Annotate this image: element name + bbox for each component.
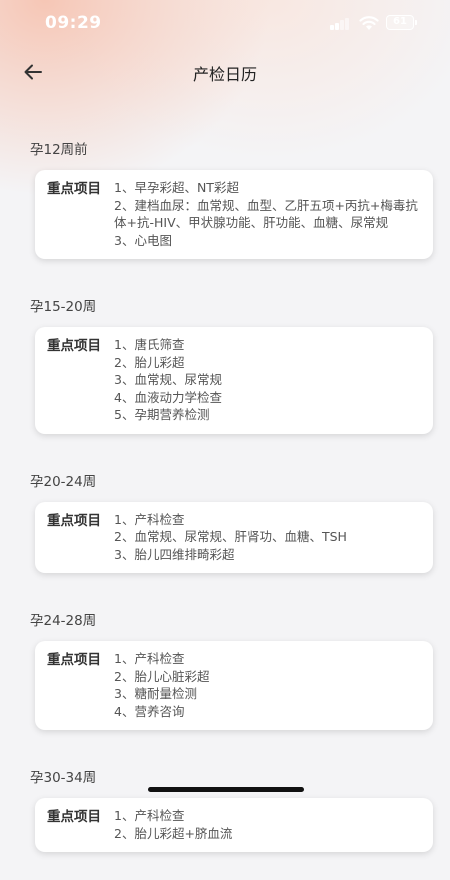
week-heading: 孕12周前 [30,142,88,158]
checkup-section: 孕24-28周重点项目 1、产科检查 2、胎儿心脏彩超 3、糖耐量检测 4、营养咨询 [0,601,450,730]
checkup-section: 孕15-20周重点项目 1、唐氏筛查 2、胎儿彩超 3、血常规、尿常规 4、血液动力学检… [0,287,450,434]
week-heading: 孕30-34周 [30,770,97,786]
checkup-item: 5、孕期营养检测 [114,407,210,422]
checkup-card[interactable]: 重点项目 1、产科检查 2、胎儿彩超+脐血流 [35,798,433,852]
checkup-item: 1、产科检查 [114,511,185,527]
key-items-label: 重点项目 [47,652,101,668]
checkup-item: 3、心电图 [114,232,172,248]
checkup-item: 4、营养咨询 [114,703,185,719]
checkup-item: 4、血液动力学检查 [114,389,222,405]
checkup-card[interactable]: 重点项目 1、产科检查 2、胎儿心脏彩超 3、糖耐量检测 4、营养咨询 [35,641,433,730]
checkup-item: 2、胎儿彩超+脐血流 [114,825,233,841]
checkup-item: 3、糖耐量检测 [114,686,197,701]
checkup-card[interactable]: 重点项目 1、早孕彩超、NT彩超 2、建档血尿：血常规、血型、乙肝五项+丙抗+梅毒抗… [35,170,433,259]
wifi-icon [359,16,379,30]
checkup-item: 2、胎儿心脏彩超 [114,668,210,684]
checkup-item: 3、血常规、尿常规 [114,372,222,387]
checkup-item-list: 1、产科检查 2、血常规、尿常规、肝肾功、血糖、TSH 3、胎儿四维排畸彩超 [114,511,419,564]
week-heading: 孕15-20周 [30,299,97,315]
battery-level: 61 [393,16,407,27]
checkup-item-list: 1、早孕彩超、NT彩超 2、建档血尿：血常规、血型、乙肝五项+丙抗+梅毒抗体+抗-… [114,179,419,249]
checkup-card[interactable]: 重点项目 1、产科检查 2、血常规、尿常规、肝肾功、血糖、TSH 3、胎儿四维排畸彩超 [35,501,433,573]
checkup-card[interactable]: 重点项目 1、唐氏筛查 2、胎儿彩超 3、血常规、尿常规 4、血液动力学检查 5、孕期营养… [35,327,433,434]
checkup-section: 孕30-34周重点项目 1、产科检查 2、胎儿彩超+脐血流 [0,758,450,852]
key-items-label: 重点项目 [47,809,101,825]
checkup-item: 2、建档血尿：血常规、血型、乙肝五项+丙抗+梅毒抗体+抗-HIV、甲状腺功能、肝… [114,197,418,231]
status-bar: 09:29 61 [0,0,450,48]
key-items-label: 重点项目 [47,181,101,197]
checkup-item: 1、唐氏筛查 [114,337,185,352]
checkup-item: 1、早孕彩超、NT彩超 [114,180,239,195]
checkup-section: 孕12周前重点项目 1、早孕彩超、NT彩超 2、建档血尿：血常规、血型、乙肝五项+丙… [0,130,450,259]
checkup-calendar-list: 孕12周前重点项目 1、早孕彩超、NT彩超 2、建档血尿：血常规、血型、乙肝五项+丙… [0,130,450,880]
checkup-item-list: 1、唐氏筛查 2、胎儿彩超 3、血常规、尿常规 4、血液动力学检查 5、孕期营养检测 [114,336,419,424]
page-title: 产检日历 [192,65,257,84]
battery-icon: 61 [386,15,417,30]
checkup-item: 1、产科检查 [114,651,185,666]
nav-bar: 产检日历 [0,48,450,96]
status-time: 09:29 [45,13,102,33]
key-items-label: 重点项目 [47,338,101,354]
checkup-item-list: 1、产科检查 2、胎儿心脏彩超 3、糖耐量检测 4、营养咨询 [114,650,419,720]
checkup-item: 2、胎儿彩超 [114,354,185,370]
checkup-item: 1、产科检查 [114,808,185,823]
checkup-item: 2、血常规、尿常规、肝肾功、血糖、TSH [114,529,347,544]
checkup-item: 3、胎儿四维排畸彩超 [114,546,235,562]
week-heading: 孕24-28周 [30,613,97,629]
key-items-label: 重点项目 [47,512,101,529]
home-indicator [148,787,304,792]
cellular-signal-icon [330,17,352,30]
checkup-item-list: 1、产科检查 2、胎儿彩超+脐血流 [114,807,419,842]
week-heading: 孕20-24周 [30,473,97,490]
checkup-section: 孕20-24周重点项目 1、产科检查 2、血常规、尿常规、肝肾功、血糖、TSH 3、胎… [0,462,450,573]
